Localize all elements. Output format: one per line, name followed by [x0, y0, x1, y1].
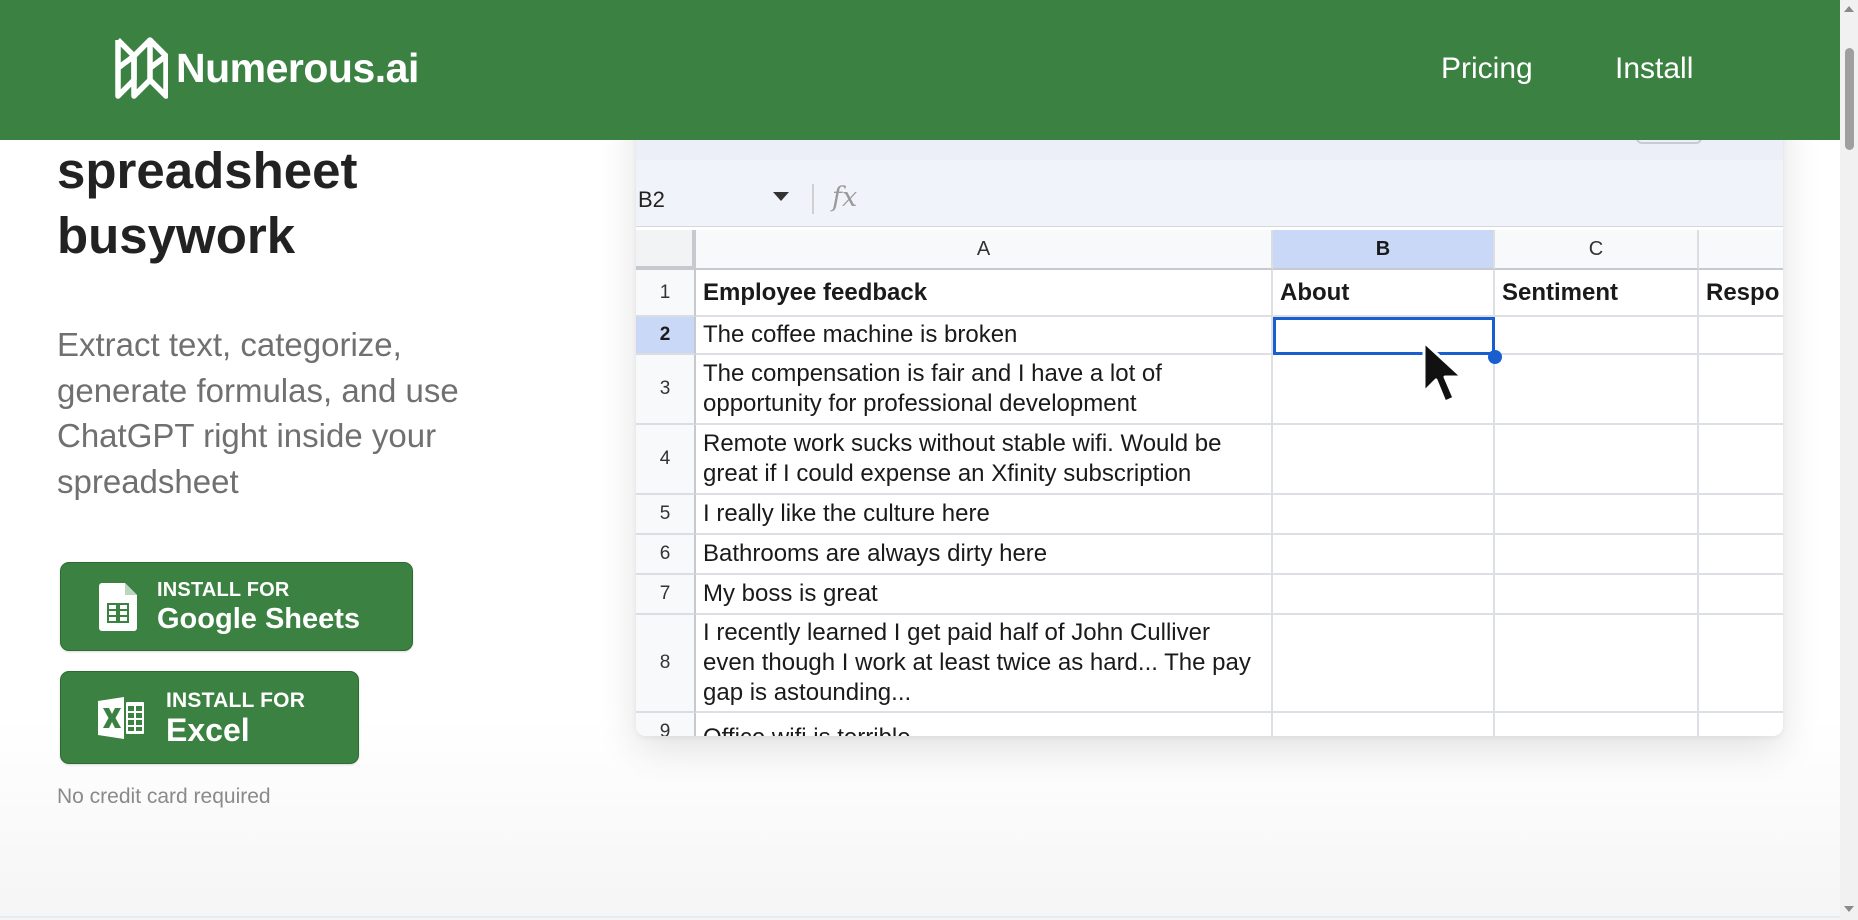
hero-subtitle: Extract text, categorize, generate formu… [57, 326, 459, 500]
nav-link-install[interactable]: Install [1615, 52, 1693, 86]
row-header-3[interactable]: 3 [636, 355, 696, 425]
select-all-corner[interactable] [636, 230, 696, 270]
row-header-2[interactable]: 2 [636, 317, 696, 355]
cell-c7[interactable] [1495, 575, 1699, 615]
cell-a5[interactable]: I really like the culture here [696, 495, 1273, 535]
cell-d3[interactable] [1699, 355, 1783, 425]
fill-handle[interactable] [1488, 350, 1502, 364]
name-box[interactable]: B2 [638, 187, 665, 213]
formula-bar [636, 160, 1783, 227]
cell-a4[interactable]: Remote work sucks without stable wifi. W… [696, 425, 1273, 495]
cell-c4[interactable] [1495, 425, 1699, 495]
cell-d4[interactable] [1699, 425, 1783, 495]
install-google-sheets-button[interactable]: INSTALL FOR Google Sheets [60, 562, 413, 651]
excel-label: Excel [166, 711, 250, 748]
cell-c9[interactable] [1495, 713, 1699, 736]
cell-a2[interactable]: The coffee machine is broken [696, 317, 1273, 355]
cell-a8[interactable]: I recently learned I get paid half of Jo… [696, 615, 1273, 713]
cell-d7[interactable] [1699, 575, 1783, 615]
install-for-label: INSTALL FOR [166, 688, 306, 712]
scroll-up-arrow-icon[interactable] [1844, 6, 1854, 12]
hero-title: spreadsheet busywork [57, 138, 357, 268]
hero-title-line-2: busywork [57, 207, 296, 264]
cell-b9[interactable] [1273, 713, 1495, 736]
cell-b4[interactable] [1273, 425, 1495, 495]
column-header-c[interactable]: C [1495, 230, 1699, 270]
cell-c5[interactable] [1495, 495, 1699, 535]
cell-c3[interactable] [1495, 355, 1699, 425]
no-credit-card-note: No credit card required [57, 785, 271, 808]
cell-d9[interactable] [1699, 713, 1783, 736]
cell-c6[interactable] [1495, 535, 1699, 575]
scroll-thumb[interactable] [1845, 48, 1854, 150]
cell-b8[interactable] [1273, 615, 1495, 713]
page-scrollbar[interactable] [1840, 0, 1858, 920]
install-excel-button[interactable]: INSTALL FOR Excel [60, 671, 359, 764]
section-divider [0, 916, 1840, 918]
cell-b5[interactable] [1273, 495, 1495, 535]
cell-a7[interactable]: My boss is great [696, 575, 1273, 615]
cell-d5[interactable] [1699, 495, 1783, 535]
fx-icon: fx [832, 182, 858, 213]
cell-d6[interactable] [1699, 535, 1783, 575]
row-header-4[interactable]: 4 [636, 425, 696, 495]
cell-b1[interactable]: About [1273, 270, 1495, 317]
spreadsheet-demo: B2 fx A B C 1 Employee feedback About Senti… [636, 80, 1783, 736]
top-navbar: Numerous.ai Pricing Install [0, 0, 1840, 140]
brand[interactable]: Numerous.ai [114, 34, 419, 102]
cell-c2[interactable] [1495, 317, 1699, 355]
cell-d8[interactable] [1699, 615, 1783, 713]
cell-b7[interactable] [1273, 575, 1495, 615]
row-header-9[interactable]: 9 [636, 713, 696, 736]
row-header-1[interactable]: 1 [636, 270, 696, 317]
formula-separator [812, 184, 814, 214]
row-header-8[interactable]: 8 [636, 615, 696, 713]
column-header-b[interactable]: B [1273, 230, 1495, 270]
nav-link-pricing[interactable]: Pricing [1441, 52, 1533, 86]
cell-c1[interactable]: Sentiment [1495, 270, 1699, 317]
excel-icon [98, 696, 144, 739]
hero-title-line-1: spreadsheet [57, 142, 358, 199]
cell-a3[interactable]: The compensation is fair and I have a lo… [696, 355, 1273, 425]
google-sheets-icon [99, 582, 137, 631]
install-for-label: INSTALL FOR [157, 578, 290, 601]
cell-a9[interactable]: Office wifi is terrible [696, 713, 1273, 736]
row-header-7[interactable]: 7 [636, 575, 696, 615]
row-header-5[interactable]: 5 [636, 495, 696, 535]
column-header-a[interactable]: A [696, 230, 1273, 270]
name-box-dropdown-icon[interactable] [773, 192, 789, 201]
cell-b6[interactable] [1273, 535, 1495, 575]
google-sheets-label: Google Sheets [157, 602, 361, 635]
brand-name: Numerous.ai [176, 44, 419, 91]
cell-a1[interactable]: Employee feedback [696, 270, 1273, 317]
row-header-6[interactable]: 6 [636, 535, 696, 575]
cell-d1[interactable]: Respo [1699, 270, 1783, 317]
mouse-cursor-icon [1422, 340, 1464, 404]
cell-d2[interactable] [1699, 317, 1783, 355]
cell-c8[interactable] [1495, 615, 1699, 713]
column-header-d[interactable] [1699, 230, 1783, 270]
scroll-down-arrow-icon[interactable] [1844, 906, 1854, 912]
cell-a6[interactable]: Bathrooms are always dirty here [696, 535, 1273, 575]
numerous-logo-icon [115, 37, 168, 99]
